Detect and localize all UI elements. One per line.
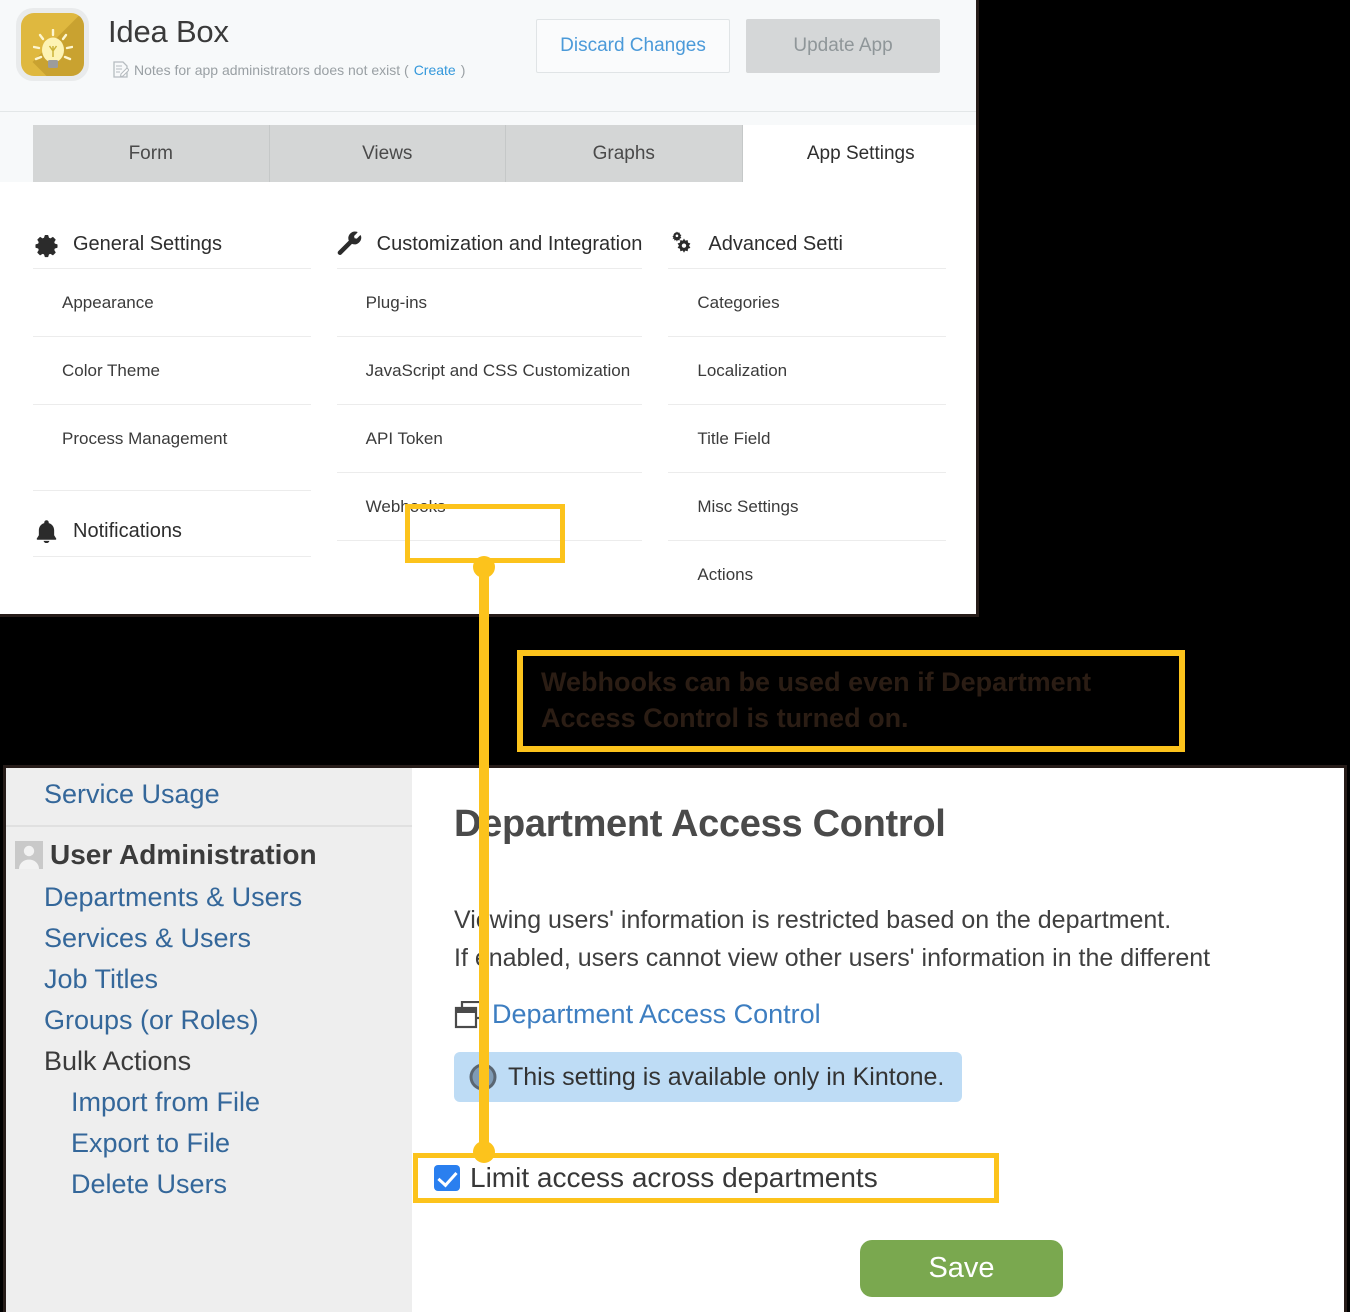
limit-access-checkbox[interactable] (434, 1165, 460, 1191)
tab-form[interactable]: Form (33, 125, 270, 182)
sidebar-divider (6, 825, 412, 827)
notifications-row-divider (33, 556, 311, 614)
sidebar-section-user-administration: User Administration (6, 835, 412, 877)
setting-color-theme[interactable]: Color Theme (33, 336, 311, 404)
wrench-icon (337, 231, 361, 255)
tab-bar: Form Views Graphs App Settings (0, 112, 976, 182)
save-button[interactable]: Save (860, 1240, 1063, 1297)
sidebar-item-job-titles[interactable]: Job Titles (6, 959, 412, 1000)
setting-misc-settings[interactable]: Misc Settings (668, 472, 946, 540)
setting-title-field[interactable]: Title Field (668, 404, 946, 472)
setting-categories[interactable]: Categories (668, 268, 946, 336)
tab-views[interactable]: Views (269, 125, 506, 182)
setting-js-css-customization[interactable]: JavaScript and CSS Customization (336, 336, 643, 404)
page-title: Idea Box (108, 14, 229, 49)
lightbulb-app-icon (16, 8, 89, 81)
gear-icon (35, 234, 58, 257)
sidebar: Service Usage User Administration Depart… (6, 768, 412, 1312)
setting-localization[interactable]: Localization (668, 336, 946, 404)
sidebar-item-departments-users[interactable]: Departments & Users (6, 877, 412, 918)
app-notes-suffix: ) (460, 61, 466, 78)
annotation-callout: Webhooks can be used even if Department … (517, 650, 1185, 752)
content-description: Viewing users' information is restricted… (454, 902, 1344, 977)
setting-plugins[interactable]: Plug-ins (336, 268, 643, 336)
header-buttons: Discard Changes Update App (536, 19, 940, 73)
description-line-2: If enabled, users cannot view other user… (454, 943, 1211, 972)
sidebar-item-delete-users[interactable]: Delete Users (6, 1164, 412, 1205)
discard-changes-button[interactable]: Discard Changes (536, 19, 730, 73)
screenshot-root: Idea Box Notes for app administrators do… (0, 0, 1350, 1312)
notifications-heading: Notifications (33, 490, 311, 556)
tab-graphs[interactable]: Graphs (506, 125, 743, 182)
main-content: Department Access Control Viewing users'… (412, 768, 1344, 1312)
webhooks-highlight-box (405, 504, 565, 563)
sidebar-item-service-usage[interactable]: Service Usage (6, 774, 412, 815)
notes-icon (113, 61, 129, 78)
content-title: Department Access Control (454, 803, 946, 845)
info-banner: This setting is available only in Kinton… (454, 1052, 963, 1102)
gears-icon (672, 230, 691, 253)
setting-actions[interactable]: Actions (668, 540, 946, 608)
sidebar-item-services-users[interactable]: Services & Users (6, 918, 412, 959)
tab-app-settings[interactable]: App Settings (742, 125, 976, 182)
general-settings-heading: General Settings (33, 220, 311, 268)
department-access-control-link-label: Department Access Control (492, 999, 821, 1029)
notifications-label: Notifications (73, 520, 182, 542)
general-settings-label: General Settings (73, 232, 222, 255)
sidebar-section-label: User Administration (50, 839, 317, 870)
limit-access-checkbox-label: Limit access across departments (470, 1162, 878, 1193)
limit-access-checkbox-row[interactable]: Limit access across departments (413, 1153, 999, 1203)
customization-label: Customization and Integration (376, 232, 643, 255)
settings-column-advanced: Advanced Setti Categories Localization T… (668, 182, 946, 614)
info-banner-text: This setting is available only in Kinton… (508, 1062, 945, 1091)
setting-appearance[interactable]: Appearance (33, 268, 311, 336)
annotation-arrow-line (479, 562, 489, 1157)
update-app-button[interactable]: Update App (746, 19, 940, 73)
setting-api-token[interactable]: API Token (336, 404, 643, 472)
app-notes: Notes for app administrators does not ex… (112, 61, 465, 78)
setting-process-management[interactable]: Process Management (33, 404, 311, 472)
settings-column-general: General Settings Appearance Color Theme … (33, 182, 311, 614)
department-access-control-link[interactable]: Department Access Control (454, 999, 1344, 1030)
app-notes-text: Notes for app administrators does not ex… (134, 61, 409, 78)
advanced-settings-heading: Advanced Setti (668, 220, 946, 268)
annotation-callout-text: Webhooks can be used even if Department … (541, 667, 1092, 733)
sidebar-group-bulk-actions: Bulk Actions (44, 1046, 192, 1076)
sidebar-item-import-from-file[interactable]: Import from File (6, 1082, 412, 1123)
sidebar-item-groups-roles[interactable]: Groups (or Roles) (6, 1000, 412, 1041)
create-notes-link[interactable]: Create (414, 62, 456, 78)
bell-icon (36, 520, 57, 544)
user-administration-panel: Service Usage User Administration Depart… (3, 765, 1347, 1312)
advanced-settings-label: Advanced Setti (708, 232, 843, 255)
person-icon (15, 841, 43, 869)
sidebar-item-export-to-file[interactable]: Export to File (6, 1123, 412, 1164)
description-line-1: Viewing users' information is restricted… (454, 906, 1172, 934)
app-header: Idea Box Notes for app administrators do… (0, 0, 976, 112)
customization-heading: Customization and Integration (337, 220, 643, 268)
arrow-knob-bottom (473, 1141, 495, 1163)
